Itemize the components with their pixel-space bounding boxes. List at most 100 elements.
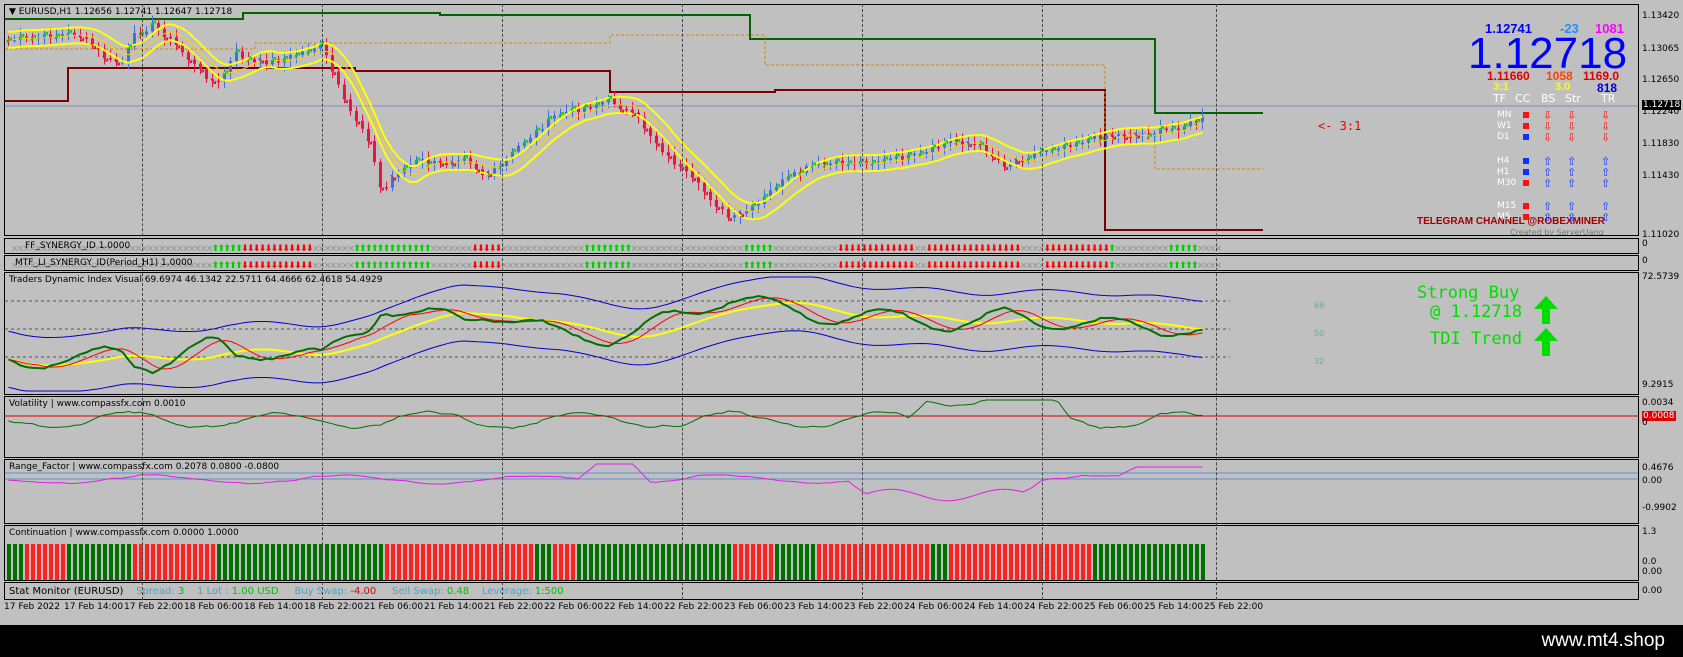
- candle-body: [829, 163, 832, 166]
- trend-arrow: ↗: [305, 47, 313, 58]
- volatility-pane[interactable]: Volatility | www.compassfx.com 0.0010: [4, 396, 1639, 458]
- cont-axis-mid: 0.0: [1642, 557, 1657, 567]
- info-col-header: TR: [1601, 92, 1616, 105]
- tf-status-square: [1523, 214, 1529, 220]
- range-factor-pane[interactable]: Range_Factor | www.compassfx.com 0.2078 …: [4, 459, 1639, 524]
- continuation-bar: [187, 544, 191, 580]
- continuation-label: Continuation | www.compassfx.com 0.0000 …: [9, 528, 239, 538]
- continuation-bar: [937, 544, 941, 580]
- continuation-bar: [775, 544, 779, 580]
- tdi-rsi-line: [8, 295, 1203, 375]
- trend-arrow: ↗: [821, 160, 829, 171]
- continuation-bar: [571, 544, 575, 580]
- tdi-pane[interactable]: Traders Dynamic Index Visual 69.6974 46.…: [4, 272, 1639, 395]
- continuation-bar: [853, 544, 857, 580]
- trend-arrow: ↗: [905, 150, 913, 161]
- trend-arrow: ↗: [65, 29, 73, 40]
- tdi-upper-band: [8, 276, 1203, 338]
- price-pane[interactable]: ↗ ↗ ↗ ↗ ↗ ↗ ↘ ↘ ↘ ↘ ↗ ↗ ↗ ↘ ↘ ↘ ↘ ↘ ↗ ↗ ↗ ↘ ↗ ↗ ↗ ↗ ↗ ↘ ↘ ↘ ↘ ↘ ↘ ↗ ↗ ↗ ↘ ↘ ↗ ↘…: [4, 4, 1639, 236]
- info-col-header: BS: [1541, 92, 1556, 105]
- continuation-bar: [1177, 544, 1181, 580]
- time-axis-tick: 21 Feb 22:00: [484, 602, 544, 612]
- continuation-bar: [943, 544, 947, 580]
- continuation-bar: [715, 544, 719, 580]
- candle-body: [697, 177, 700, 183]
- trend-arrow: ↘: [77, 33, 85, 44]
- candle-body: [541, 129, 544, 131]
- tf-status-square: [1523, 169, 1529, 175]
- sell-swap-value: 0.48: [446, 586, 470, 597]
- candle-body: [253, 59, 256, 63]
- price-axis-tick: 1.12650: [1642, 75, 1680, 85]
- continuation-bar: [361, 544, 365, 580]
- stat-monitor-pane[interactable]: Stat Monitor (EURUSD) Spread: 3 1 Lot : …: [4, 582, 1639, 600]
- candle-body: [313, 48, 316, 52]
- candle-body: [1177, 128, 1180, 131]
- candle-body: [205, 69, 208, 80]
- continuation-bar: [751, 544, 755, 580]
- trend-arrow: ↘: [725, 214, 733, 225]
- candle-body: [361, 120, 364, 129]
- candle-body: [385, 187, 388, 189]
- telegram-channel[interactable]: TELEGRAM CHANNEL @ROBEXMINER: [1417, 216, 1605, 227]
- continuation-bar: [691, 544, 695, 580]
- continuation-bar: [979, 544, 983, 580]
- trend-arrow: ↗: [53, 32, 61, 43]
- continuation-bar: [811, 544, 815, 580]
- trend-arrow: ↗: [557, 110, 565, 121]
- continuation-bar: [307, 544, 311, 580]
- continuation-bar: [1117, 544, 1121, 580]
- trend-arrow: ↗: [461, 154, 469, 165]
- continuation-bar: [97, 544, 101, 580]
- candle-body: [217, 80, 220, 83]
- continuation-bar: [763, 544, 767, 580]
- continuation-bar: [481, 544, 485, 580]
- synergy-pane-1[interactable]: × × × × × × × × × × × × × × × × × × × × × × × × × × × × × × × × × × ⬆ ⬆ ⬆ ⬆ ⬆ ⬇…: [4, 238, 1639, 254]
- continuation-bar: [685, 544, 689, 580]
- continuation-bar: [109, 544, 113, 580]
- candle-body: [733, 215, 736, 218]
- candle-body: [1057, 148, 1060, 151]
- candle-body: [433, 161, 436, 164]
- footer-bar: [0, 625, 1683, 657]
- trend-arrow: ↘: [641, 124, 649, 135]
- continuation-bar: [121, 544, 125, 580]
- synergy-2-label: MTF_LI_SYNERGY_ID(Period_H1) 1.0000: [15, 258, 193, 268]
- trend-arrow: ↗: [881, 155, 889, 166]
- continuation-pane[interactable]: Continuation | www.compassfx.com 0.0000 …: [4, 525, 1639, 581]
- arrow-up-icon: [1534, 328, 1558, 356]
- symbol-header: ▼ EURUSD,H1 1.12656 1.12741 1.12647 1.12…: [9, 7, 233, 17]
- continuation-bar: [157, 544, 161, 580]
- time-axis-tick: 17 Feb 2022: [4, 602, 61, 612]
- continuation-bar: [913, 544, 917, 580]
- synergy-1-label: FF_SYNERGY_ID 1.0000: [25, 241, 131, 251]
- trend-arrow: ↘: [101, 54, 109, 65]
- continuation-bar: [355, 544, 359, 580]
- candle-body: [145, 31, 148, 35]
- mt4-chart-window[interactable]: ↗ ↗ ↗ ↗ ↗ ↗ ↘ ↘ ↘ ↘ ↗ ↗ ↗ ↘ ↘ ↘ ↘ ↘ ↗ ↗ ↗ ↘ ↗ ↗ ↗ ↗ ↗ ↘ ↘ ↘ ↘ ↘ ↘ ↗ ↗ ↗ ↘ ↘ ↗ ↘…: [0, 0, 1683, 625]
- trend-arrow: ↘: [353, 117, 361, 128]
- continuation-bar: [349, 544, 353, 580]
- trend-arrow: ↗: [761, 192, 769, 203]
- arrow-down-icon: ⇩: [1601, 131, 1611, 144]
- arrow-down-icon: ⇩: [1543, 131, 1553, 144]
- trend-arrow: ↘: [185, 56, 193, 67]
- continuation-bar: [73, 544, 77, 580]
- continuation-bar: [817, 544, 821, 580]
- trend-arrow: ↗: [773, 183, 781, 194]
- watermark[interactable]: www.mt4.shop: [1541, 630, 1665, 652]
- vertical-grid-line: [142, 4, 143, 600]
- trend-arrow: ↗: [221, 69, 229, 80]
- price-axis[interactable]: 1.13420 1.13065 1.12650 1.12240 1.11830 1.114…: [1639, 4, 1683, 240]
- continuation-axis: 1.3 0.0 0.00: [1639, 525, 1683, 581]
- candle-body: [241, 51, 244, 59]
- trend-arrow: ↘: [473, 165, 481, 176]
- continuation-bar: [1153, 544, 1157, 580]
- continuation-bar: [613, 544, 617, 580]
- continuation-bar: [229, 544, 233, 580]
- candle-body: [73, 32, 76, 35]
- candle-body: [1069, 145, 1072, 147]
- continuation-bar: [703, 544, 707, 580]
- continuation-bar: [457, 544, 461, 580]
- synergy-pane-2[interactable]: × × × × × × × × × × × × × × × × × × × × × × × × × × × × × × × × × × ⬆ ⬆ ⬆ ⬆ ⬆ ⬇…: [4, 255, 1639, 271]
